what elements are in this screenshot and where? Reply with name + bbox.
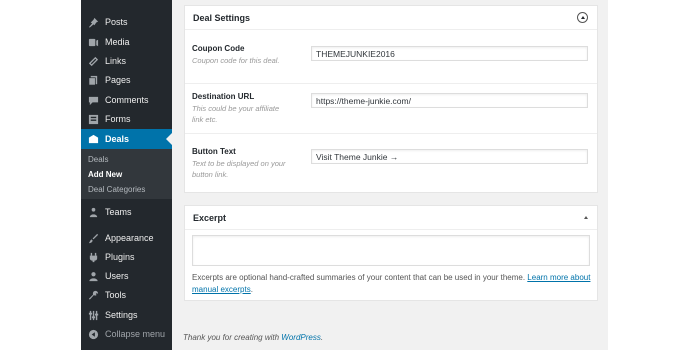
admin-sidebar: Posts Media Links Pages Comments Forms D…: [81, 0, 172, 350]
excerpt-box: Excerpt Excerpts are optional hand-craft…: [184, 205, 598, 301]
brush-icon: [87, 232, 99, 244]
deal-settings-box: Deal Settings Coupon Code Coupon code fo…: [184, 5, 598, 193]
menu-item-posts[interactable]: Posts: [81, 12, 172, 32]
button-text-row: Button Text Text to be displayed on your…: [185, 133, 597, 189]
menu-label: Tools: [105, 290, 127, 300]
collapse-icon: [87, 328, 99, 340]
excerpt-textarea[interactable]: [192, 235, 590, 266]
plugin-icon: [87, 251, 99, 263]
destination-url-description: This could be your affiliate link etc.: [192, 104, 280, 124]
menu-label: Appearance: [105, 233, 154, 243]
menu-label: Posts: [105, 17, 128, 27]
menu-label: Plugins: [105, 252, 135, 262]
submenu-item-deals[interactable]: Deals: [88, 155, 108, 164]
menu-label: Media: [105, 37, 130, 47]
deal-settings-header[interactable]: Deal Settings: [185, 6, 597, 30]
excerpt-help-text: Excerpts are optional hand-crafted summa…: [192, 272, 592, 296]
footer-text: Thank you for creating with: [183, 333, 282, 342]
menu-label: Users: [105, 271, 129, 281]
menu-item-settings[interactable]: Settings: [81, 305, 172, 325]
pushpin-icon: [87, 16, 99, 28]
submenu-item-deal-categories[interactable]: Deal Categories: [88, 185, 145, 194]
menu-label: Links: [105, 56, 127, 66]
menu-label: Settings: [105, 310, 138, 320]
main-content: Deal Settings Coupon Code Coupon code fo…: [172, 0, 608, 350]
excerpt-help-body: Excerpts are optional hand-crafted summa…: [192, 273, 528, 282]
footer-thankyou: Thank you for creating with WordPress.: [183, 333, 323, 342]
coupon-code-input[interactable]: THEMEJUNKIE2016: [311, 46, 588, 61]
deal-settings-title: Deal Settings: [193, 12, 251, 23]
menu-item-comments[interactable]: Comments: [81, 90, 172, 110]
menu-label: Forms: [105, 114, 131, 124]
menu-label: Teams: [105, 207, 132, 217]
menu-label: Comments: [105, 95, 149, 105]
wordpress-link[interactable]: WordPress: [281, 333, 321, 342]
destination-url-label: Destination URL: [192, 92, 255, 101]
users-icon: [87, 270, 99, 282]
menu-item-appearance[interactable]: Appearance: [81, 228, 172, 248]
button-text-input[interactable]: Visit Theme Junkie →: [311, 149, 588, 164]
settings-icon: [87, 309, 99, 321]
coupon-code-label: Coupon Code: [192, 44, 245, 53]
deals-submenu: Deals Add New Deal Categories: [81, 149, 172, 199]
button-text-description: Text to be displayed on your button link…: [192, 159, 286, 179]
menu-label: Collapse menu: [105, 329, 166, 339]
deals-icon: [87, 133, 99, 145]
forms-icon: [87, 113, 99, 125]
coupon-code-row: Coupon Code Coupon code for this deal. T…: [185, 31, 597, 83]
excerpt-help-end: .: [250, 285, 253, 294]
button-text-label: Button Text: [192, 147, 236, 156]
menu-item-plugins[interactable]: Plugins: [81, 247, 172, 267]
destination-url-input[interactable]: https://theme-junkie.com/: [311, 93, 588, 108]
teams-icon: [87, 206, 99, 218]
menu-item-forms[interactable]: Forms: [81, 109, 172, 129]
menu-item-teams[interactable]: Teams: [81, 202, 172, 222]
footer-end: .: [320, 333, 324, 342]
menu-item-pages[interactable]: Pages: [81, 70, 172, 90]
menu-item-links[interactable]: Links: [81, 51, 172, 71]
comment-icon: [87, 94, 99, 106]
destination-url-row: Destination URL This could be your affil…: [185, 83, 597, 133]
menu-item-users[interactable]: Users: [81, 266, 172, 286]
link-icon: [87, 55, 99, 67]
submenu-item-add-new[interactable]: Add New: [88, 170, 122, 179]
excerpt-title: Excerpt: [193, 212, 227, 223]
menu-label: Pages: [105, 75, 131, 85]
menu-label: Deals: [105, 134, 130, 144]
collapse-arrow-icon[interactable]: [584, 216, 588, 219]
collapse-menu-button[interactable]: Collapse menu: [81, 324, 172, 344]
wrench-icon: [87, 289, 99, 301]
pages-icon: [87, 74, 99, 86]
media-icon: [87, 36, 99, 48]
collapse-toggle-icon[interactable]: [577, 12, 588, 23]
coupon-code-description: Coupon code for this deal.: [192, 56, 280, 65]
excerpt-header[interactable]: Excerpt: [185, 206, 597, 230]
menu-item-media[interactable]: Media: [81, 32, 172, 52]
menu-item-tools[interactable]: Tools: [81, 285, 172, 305]
menu-item-deals[interactable]: Deals: [81, 129, 172, 149]
